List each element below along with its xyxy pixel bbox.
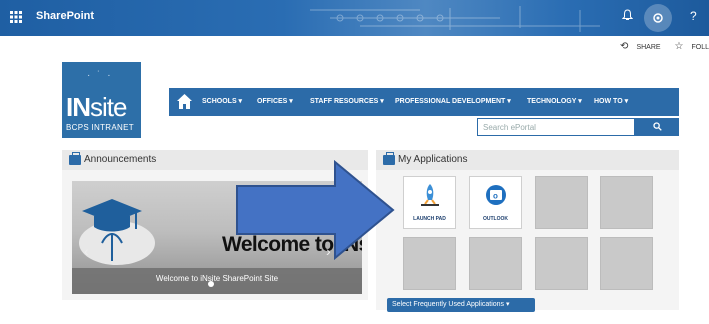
rocket-icon bbox=[421, 184, 439, 206]
share-button[interactable]: ⟲ SHARE bbox=[614, 41, 661, 52]
search-button[interactable] bbox=[635, 118, 679, 136]
search-icon bbox=[652, 122, 662, 131]
help-icon[interactable]: ? bbox=[690, 9, 697, 23]
circuit-decoration bbox=[310, 6, 600, 32]
svg-text:o: o bbox=[493, 192, 498, 201]
follow-label: FOLL bbox=[691, 44, 709, 51]
logo-subtitle: BCPS INTRANET bbox=[66, 123, 134, 132]
applications-title: My Applications bbox=[398, 154, 468, 165]
nav-staff-resources[interactable]: STAFF RESOURCES ▾ bbox=[310, 97, 384, 105]
logo-wordmark: INsite bbox=[66, 92, 127, 122]
announcements-title: Announcements bbox=[84, 154, 157, 165]
search-input[interactable]: Search ePortal bbox=[477, 118, 635, 136]
top-navigation: SCHOOLS ▾ OFFICES ▾ STAFF RESOURCES ▾ PR… bbox=[169, 88, 679, 116]
insite-logo[interactable]: · ˙ · INsite BCPS INTRANET bbox=[62, 62, 141, 138]
tile-empty[interactable] bbox=[600, 176, 653, 229]
bell-icon[interactable] bbox=[621, 9, 634, 24]
tile-empty[interactable] bbox=[535, 176, 588, 229]
share-follow-bar: ⟲ SHARE ☆ FOLL bbox=[608, 41, 709, 52]
outlook-icon: o bbox=[486, 185, 506, 205]
tile-empty[interactable] bbox=[535, 237, 588, 290]
tile-label: LAUNCH PAD bbox=[413, 216, 446, 222]
nav-how-to[interactable]: HOW TO ▾ bbox=[594, 97, 628, 105]
follow-button[interactable]: ☆ FOLL bbox=[669, 41, 709, 52]
nav-offices[interactable]: OFFICES ▾ bbox=[257, 97, 293, 105]
briefcase-icon bbox=[69, 152, 81, 165]
home-icon[interactable] bbox=[176, 93, 193, 110]
share-icon: ⟲ bbox=[620, 41, 629, 52]
callout-arrow bbox=[236, 160, 395, 260]
nav-technology[interactable]: TECHNOLOGY ▾ bbox=[527, 97, 582, 105]
tile-outlook[interactable]: o OUTLOOK bbox=[469, 176, 522, 229]
slide-caption: Welcome to iNsite SharePoint Site bbox=[72, 268, 362, 294]
tile-label: OUTLOOK bbox=[483, 216, 508, 222]
logo-sparkle: · ˙ · bbox=[87, 70, 113, 81]
app-launcher-icon[interactable] bbox=[10, 11, 24, 25]
applications-header: My Applications bbox=[376, 150, 679, 170]
select-frequent-apps-button[interactable]: Select Frequently Used Applications ▾ bbox=[387, 298, 535, 312]
slide-indicator-dot[interactable] bbox=[208, 281, 214, 287]
slide-prev-button[interactable]: ‹ bbox=[84, 243, 89, 259]
tile-empty[interactable] bbox=[403, 237, 456, 290]
nav-schools[interactable]: SCHOOLS ▾ bbox=[202, 97, 242, 105]
tile-empty[interactable] bbox=[469, 237, 522, 290]
star-icon: ☆ bbox=[674, 41, 684, 52]
suite-title[interactable]: SharePoint bbox=[36, 10, 94, 22]
share-label: SHARE bbox=[636, 44, 661, 51]
nav-professional-development[interactable]: PROFESSIONAL DEVELOPMENT ▾ bbox=[395, 97, 511, 105]
suite-bar: SharePoint ? bbox=[0, 0, 709, 36]
gear-icon[interactable] bbox=[644, 4, 672, 32]
tile-launch-pad[interactable]: LAUNCH PAD bbox=[403, 176, 456, 229]
tile-empty[interactable] bbox=[600, 237, 653, 290]
